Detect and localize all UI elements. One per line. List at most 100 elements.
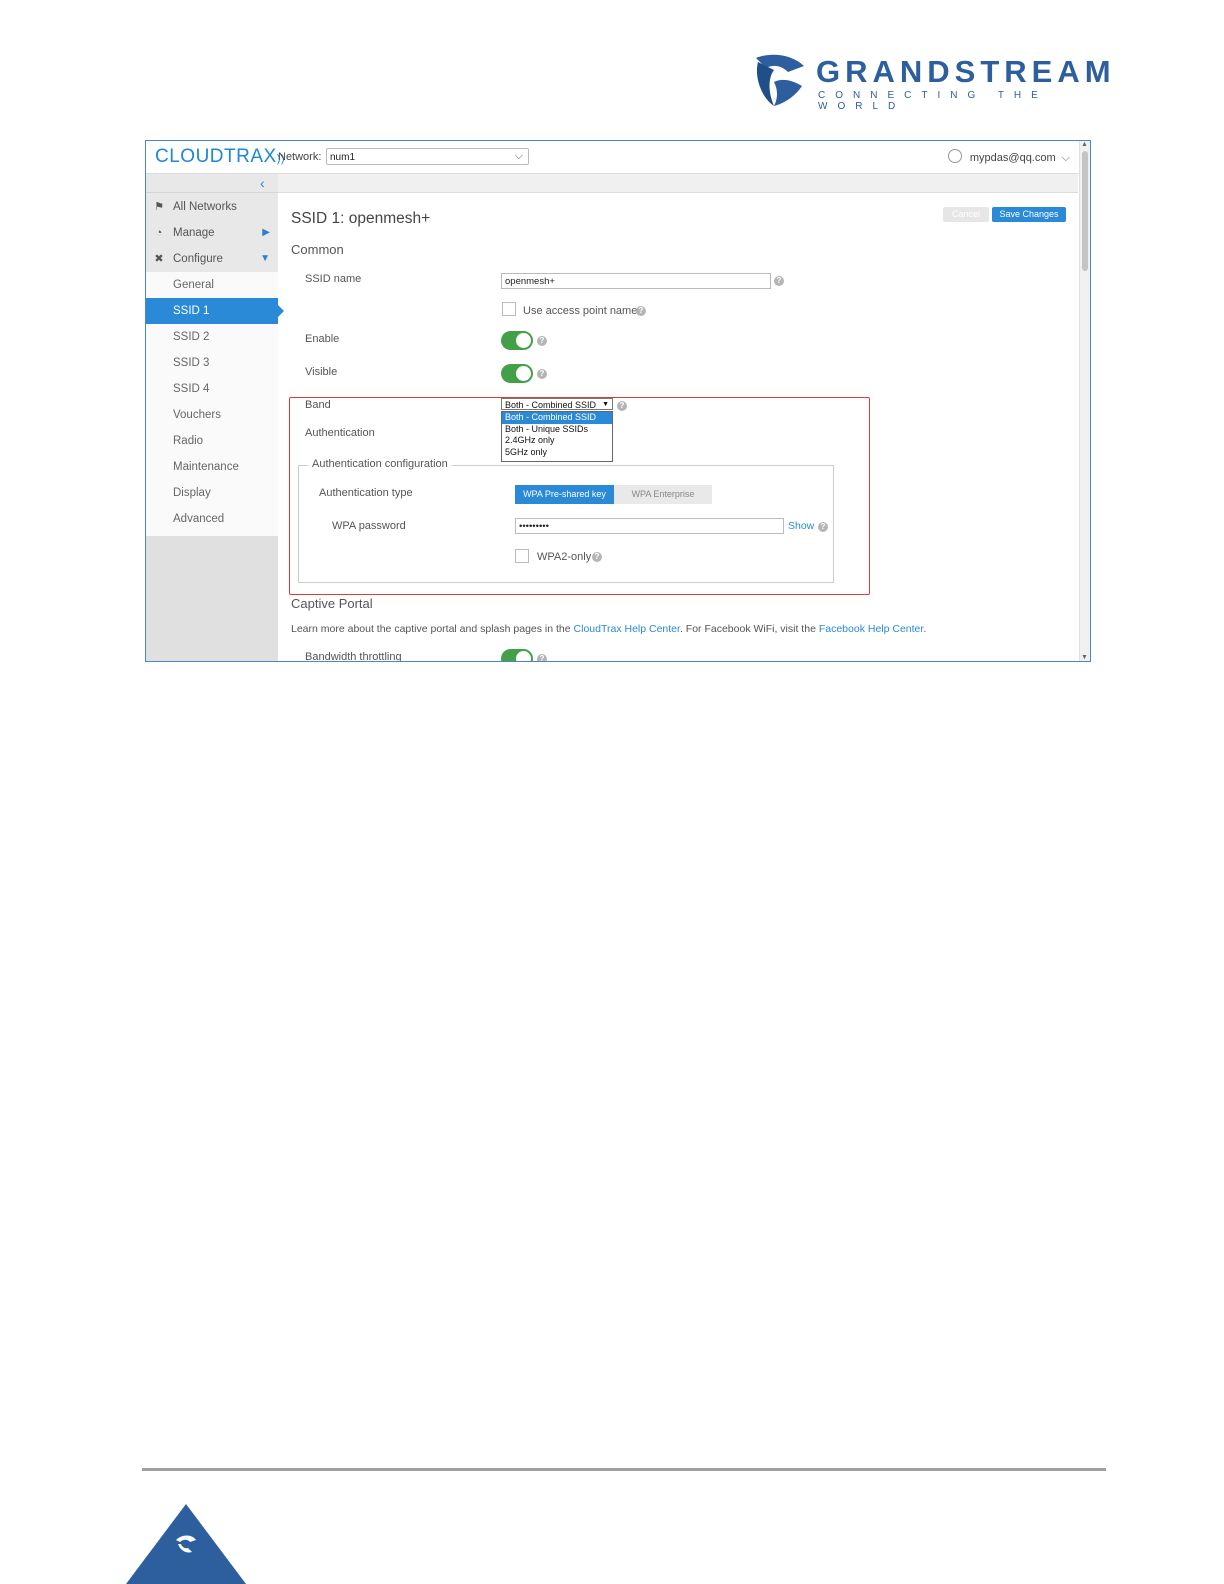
ssid-name-input[interactable]: openmesh+ xyxy=(501,273,771,289)
help-icon[interactable]: ? xyxy=(537,336,547,346)
cancel-button[interactable]: Cancel xyxy=(943,207,989,222)
collapse-sidebar-icon[interactable]: ‹ xyxy=(260,175,265,191)
wpa-enterprise-button[interactable]: WPA Enterprise xyxy=(614,485,712,504)
chevron-down-icon: ⌵ xyxy=(514,150,523,162)
help-icon[interactable]: ? xyxy=(537,369,547,379)
main-content: SSID 1: openmesh+ Cancel Save Changes Co… xyxy=(279,193,1079,661)
scrollbar[interactable]: ▲ ▼ xyxy=(1079,141,1090,661)
help-icon[interactable]: ? xyxy=(617,401,627,411)
sidebar-item-label: SSID 1 xyxy=(173,305,210,317)
captive-portal-description: Learn more about the captive portal and … xyxy=(291,623,926,635)
grandstream-tagline: CONNECTING THE WORLD xyxy=(818,90,1048,112)
sidebar-filler xyxy=(146,536,278,661)
caret-down-icon: ▼ xyxy=(602,401,609,408)
gauge-icon: ◔ xyxy=(155,227,163,239)
band-select[interactable]: Both - Combined SSID ▼ xyxy=(501,398,613,410)
network-label: Network: xyxy=(278,151,322,163)
sidebar-item-display[interactable]: Display xyxy=(146,480,278,506)
sidebar-item-maintenance[interactable]: Maintenance xyxy=(146,454,278,480)
sidebar-item-general[interactable]: General xyxy=(146,272,278,298)
section-common-heading: Common xyxy=(291,242,344,257)
grandstream-footer-logo-icon xyxy=(126,1504,246,1584)
sidebar-item-configure[interactable]: ✖ Configure ▼ xyxy=(146,246,278,272)
sidebar-item-label: Vouchers xyxy=(173,409,221,421)
footer-divider xyxy=(142,1468,1106,1471)
sidebar-item-all-networks[interactable]: ⚑ All Networks xyxy=(146,194,278,220)
show-password-link[interactable]: Show xyxy=(788,520,814,532)
sidebar-item-manage[interactable]: ◔ Manage ▶ xyxy=(146,220,278,246)
bandwidth-throttling-label: Bandwidth throttling xyxy=(305,651,402,662)
sidebar-item-label: All Networks xyxy=(173,201,237,213)
scroll-up-icon[interactable]: ▲ xyxy=(1081,141,1088,148)
captive-text: Learn more about the captive portal and … xyxy=(291,623,574,635)
facebook-help-center-link[interactable]: Facebook Help Center xyxy=(819,623,923,635)
sidebar-item-ssid-2[interactable]: SSID 2 xyxy=(146,324,278,350)
sidebar-item-advanced[interactable]: Advanced xyxy=(146,506,278,536)
grandstream-wordmark: GRANDSTREAM xyxy=(816,54,1116,89)
cloudtrax-logo: CLOUDTRAX)) xyxy=(155,146,286,167)
chevron-down-icon: ▼ xyxy=(260,253,270,264)
tools-icon: ✖ xyxy=(154,253,164,265)
wpa-psk-button[interactable]: WPA Pre-shared key xyxy=(515,485,614,504)
pin-icon: ⚑ xyxy=(154,201,164,213)
network-select-value: num1 xyxy=(330,152,356,163)
page-title: SSID 1: openmesh+ xyxy=(291,210,431,227)
auth-config-legend: Authentication configuration xyxy=(308,458,452,470)
chevron-right-icon: ▶ xyxy=(262,227,270,238)
help-icon[interactable]: ? xyxy=(818,522,828,532)
sidebar-item-radio[interactable]: Radio xyxy=(146,428,278,454)
help-icon[interactable]: ? xyxy=(636,306,646,316)
band-dropdown-list: Both - Combined SSID Both - Unique SSIDs… xyxy=(501,411,613,462)
visible-toggle[interactable] xyxy=(501,364,533,383)
sidebar-item-label: Radio xyxy=(173,435,204,447)
band-label: Band xyxy=(305,399,331,411)
wpa-password-label: WPA password xyxy=(332,520,406,532)
authentication-label: Authentication xyxy=(305,427,375,439)
sidebar-item-label: SSID 2 xyxy=(173,331,210,343)
save-changes-button[interactable]: Save Changes xyxy=(992,207,1066,222)
user-menu[interactable]: mypdas@qq.com ⌵ xyxy=(947,149,1070,165)
sub-bar xyxy=(278,174,1078,193)
network-select[interactable]: num1 ⌵ xyxy=(326,148,529,165)
wpa2-only-checkbox[interactable] xyxy=(515,549,529,563)
band-option[interactable]: Both - Unique SSIDs xyxy=(502,424,612,436)
scroll-down-icon[interactable]: ▼ xyxy=(1081,654,1088,661)
wpa-password-input[interactable]: ••••••••• xyxy=(515,518,784,534)
use-ap-name-label: Use access point name xyxy=(523,305,638,317)
user-email: mypdas@qq.com xyxy=(969,152,1056,164)
enable-label: Enable xyxy=(305,333,340,345)
band-option[interactable]: 5GHz only xyxy=(502,447,612,459)
help-icon[interactable]: ? xyxy=(774,276,784,286)
sidebar: ‹ ⚑ All Networks ◔ Manage ▶ ✖ Configure … xyxy=(146,174,284,661)
chevron-down-icon: ⌵ xyxy=(1061,152,1070,164)
band-option[interactable]: 2.4GHz only xyxy=(502,435,612,447)
user-icon xyxy=(947,149,962,163)
enable-toggle[interactable] xyxy=(501,331,533,350)
captive-text: . For Facebook WiFi, visit the xyxy=(679,623,819,635)
cloudtrax-help-center-link[interactable]: CloudTrax Help Center xyxy=(574,623,680,635)
ssid-name-label: SSID name xyxy=(305,273,362,285)
sidebar-item-vouchers[interactable]: Vouchers xyxy=(146,402,278,428)
bandwidth-throttling-toggle[interactable] xyxy=(501,649,533,661)
use-ap-name-checkbox[interactable] xyxy=(502,302,516,316)
sidebar-item-label: SSID 3 xyxy=(173,357,210,369)
sidebar-item-label: Manage xyxy=(173,227,215,239)
sidebar-item-ssid-1[interactable]: SSID 1 xyxy=(146,298,284,324)
top-bar: CLOUDTRAX)) Network: num1 ⌵ mypdas@qq.co… xyxy=(146,141,1090,174)
sidebar-item-label: Advanced xyxy=(173,513,225,525)
scroll-thumb[interactable] xyxy=(1082,151,1088,271)
band-option[interactable]: Both - Combined SSID xyxy=(502,412,612,424)
sidebar-item-label: Maintenance xyxy=(173,461,239,473)
sidebar-item-label: SSID 4 xyxy=(173,383,210,395)
section-captive-portal-heading: Captive Portal xyxy=(291,596,373,611)
sidebar-item-ssid-4[interactable]: SSID 4 xyxy=(146,376,278,402)
captive-text: . xyxy=(923,623,927,635)
wpa2-only-label: WPA2-only xyxy=(537,551,592,563)
cloudtrax-window: CLOUDTRAX)) Network: num1 ⌵ mypdas@qq.co… xyxy=(145,140,1091,662)
sidebar-item-ssid-3[interactable]: SSID 3 xyxy=(146,350,278,376)
sidebar-item-label: Display xyxy=(173,487,211,499)
help-icon[interactable]: ? xyxy=(592,552,602,562)
grandstream-logo: GRANDSTREAM CONNECTING THE WORLD xyxy=(752,52,1122,112)
help-icon[interactable]: ? xyxy=(537,654,547,661)
sidebar-item-label: General xyxy=(173,279,214,291)
